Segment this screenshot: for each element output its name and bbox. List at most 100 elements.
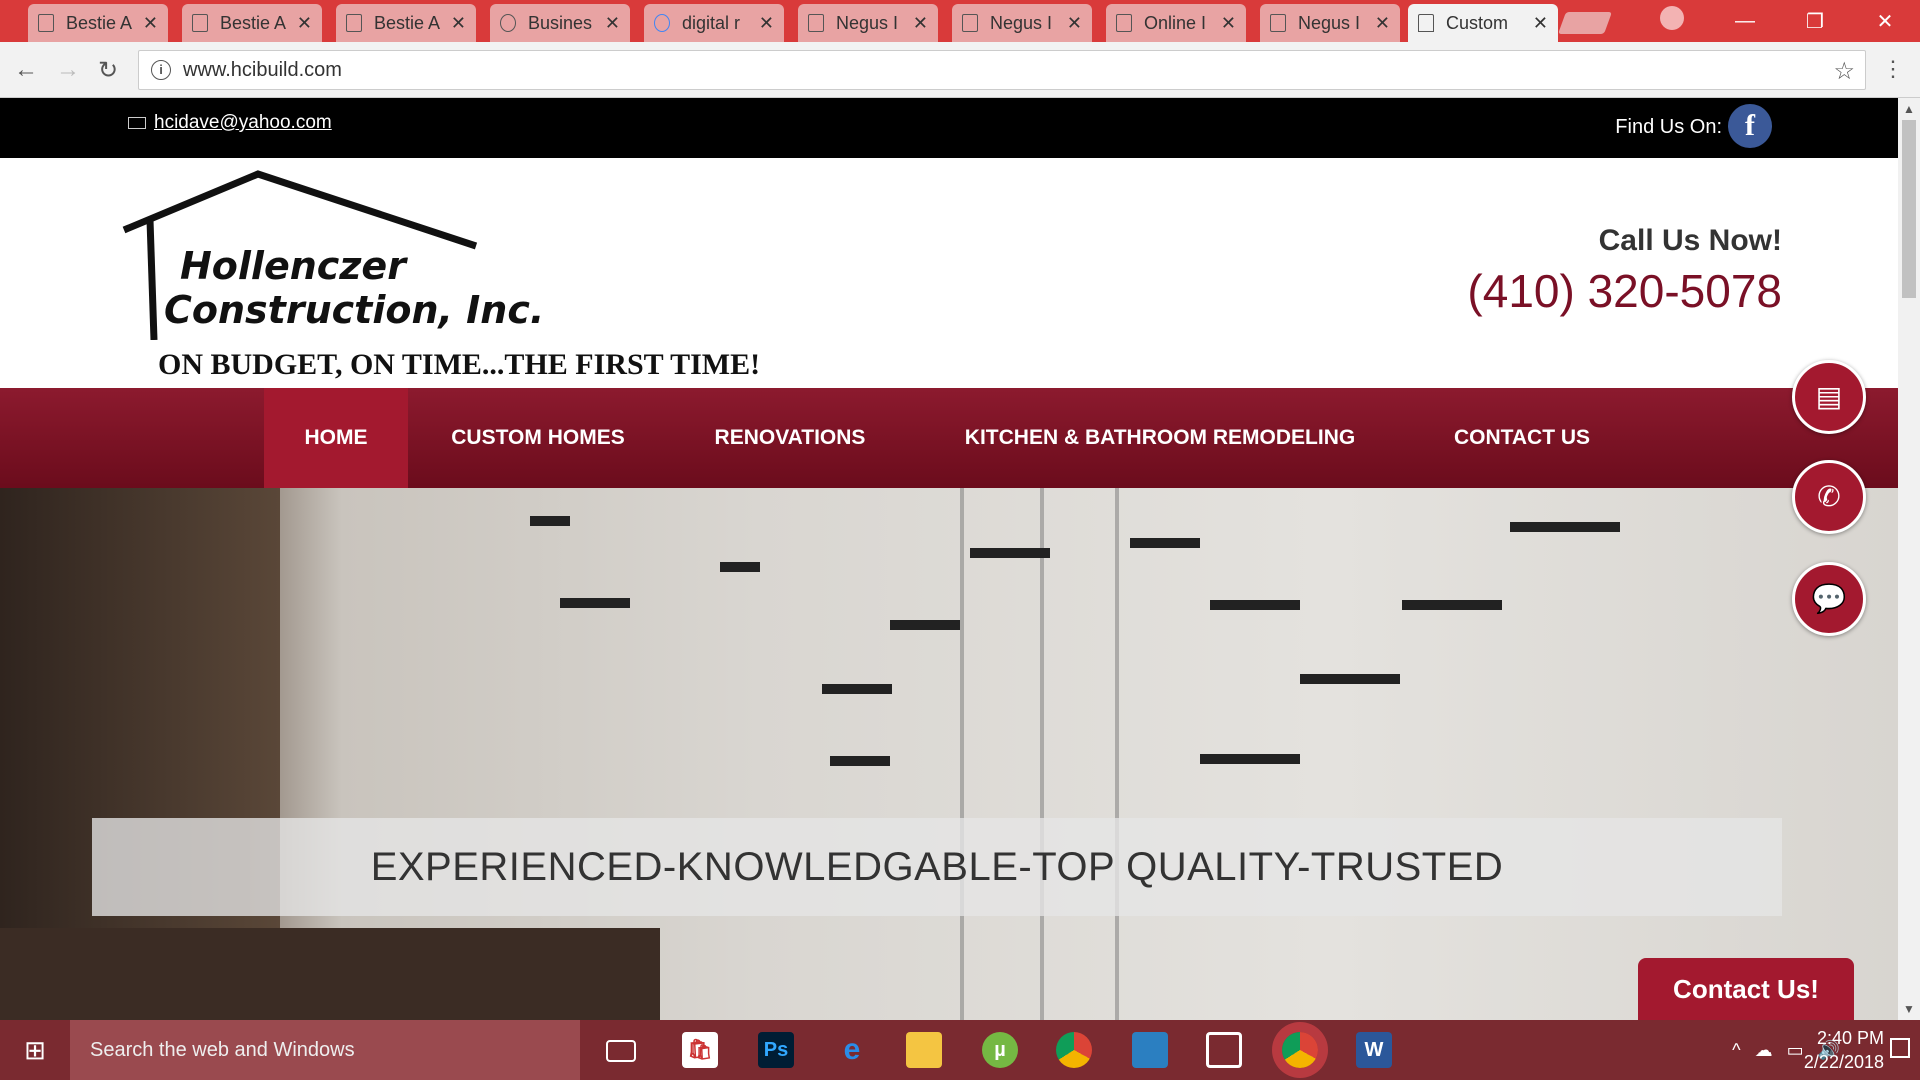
window-controls: — ❐ ✕ <box>1710 0 1920 42</box>
windows-start-icon[interactable]: ⊞ <box>0 1020 70 1080</box>
taskbar-clock[interactable]: 2:40 PM 2/22/2018 <box>1804 1026 1884 1074</box>
hero-headline: EXPERIENCED-KNOWLEDGABLE-TOP QUALITY-TRU… <box>370 844 1504 889</box>
contact-us-tab[interactable]: Contact Us! <box>1638 958 1854 1020</box>
glass-panel <box>1115 488 1119 1020</box>
edge-icon[interactable]: e <box>834 1032 870 1068</box>
battery-icon[interactable]: ▭ <box>1787 1040 1804 1061</box>
email-contact: hcidave@yahoo.com <box>128 112 332 134</box>
nav-home[interactable]: HOME <box>264 388 408 488</box>
tab-title: Bestie A <box>220 12 287 33</box>
tile-accent <box>1510 522 1620 532</box>
nav-contact-us[interactable]: CONTACT US <box>1440 388 1604 488</box>
phone-number[interactable]: (410) 320-5078 <box>1467 264 1782 318</box>
new-tab-button[interactable] <box>1557 12 1613 34</box>
clock-time: 2:40 PM <box>1816 1028 1884 1048</box>
forward-icon[interactable]: → <box>56 56 80 84</box>
tab-title: Custom <box>1446 12 1509 33</box>
browser-toolbar: ← → ↻ i www.hcibuild.com ☆ ⋮ <box>0 42 1920 98</box>
info-icon[interactable]: i <box>151 60 171 80</box>
close-icon[interactable]: ✕ <box>1375 13 1390 34</box>
restore-icon[interactable]: ❐ <box>1780 9 1850 34</box>
document-icon[interactable]: ▤ <box>1792 360 1866 434</box>
store-icon[interactable]: 🛍 <box>682 1032 718 1068</box>
tile-accent <box>1402 600 1502 610</box>
clock-date: 2/22/2018 <box>1803 1052 1884 1072</box>
chrome-active-icon[interactable] <box>1282 1032 1318 1068</box>
tile-accent <box>1200 754 1300 764</box>
close-window-icon[interactable]: ✕ <box>1850 9 1920 34</box>
chat-icon[interactable]: 💬 <box>1792 562 1866 636</box>
page-icon <box>346 14 362 32</box>
utorrent-icon[interactable]: µ <box>982 1032 1018 1068</box>
hero-image: EXPERIENCED-KNOWLEDGABLE-TOP QUALITY-TRU… <box>0 488 1898 1020</box>
nav-custom-homes[interactable]: CUSTOM HOMES <box>440 388 636 488</box>
mail-icon[interactable] <box>1132 1032 1168 1068</box>
bookmark-star-icon[interactable]: ☆ <box>1833 57 1855 86</box>
chevron-up-icon[interactable]: ^ <box>1732 1040 1740 1061</box>
logo-text-line2[interactable]: Construction, Inc. <box>164 288 544 332</box>
taskbar-search[interactable]: Search the web and Windows <box>70 1020 580 1080</box>
close-icon[interactable]: ✕ <box>1221 13 1236 34</box>
phone-icon[interactable]: ✆ <box>1792 460 1866 534</box>
browser-tab-3[interactable]: Bestie A ✕ <box>336 4 476 42</box>
profile-icon[interactable] <box>1660 6 1684 30</box>
page-icon <box>1116 14 1132 32</box>
photoshop-icon[interactable]: Ps <box>758 1032 794 1068</box>
close-icon[interactable]: ✕ <box>1067 13 1082 34</box>
tile-accent <box>530 516 570 526</box>
business-icon <box>500 14 516 32</box>
tab-title: Busines <box>528 12 593 33</box>
close-icon[interactable]: ✕ <box>143 13 158 34</box>
browser-tab-9[interactable]: Negus I ✕ <box>1260 4 1400 42</box>
menu-icon[interactable]: ⋮ <box>1882 56 1904 82</box>
browser-tab-5[interactable]: digital r ✕ <box>644 4 784 42</box>
site-header: Hollenczer Construction, Inc. ON BUDGET,… <box>0 158 1898 388</box>
task-view-icon[interactable] <box>606 1040 636 1062</box>
chrome-icon[interactable] <box>1056 1032 1092 1068</box>
minimize-icon[interactable]: — <box>1710 10 1780 33</box>
glass-panel <box>1040 488 1044 1020</box>
tab-title: Negus I <box>1298 12 1361 33</box>
onedrive-icon[interactable]: ☁ <box>1755 1040 1773 1061</box>
close-icon[interactable]: ✕ <box>759 13 774 34</box>
scroll-up-icon[interactable]: ▲ <box>1903 102 1915 116</box>
page-icon <box>192 14 208 32</box>
browser-tab-active[interactable]: Custom ✕ <box>1408 4 1558 42</box>
tagline: ON BUDGET, ON TIME...THE FIRST TIME! <box>158 348 761 381</box>
logo-text-line1[interactable]: Hollenczer <box>180 244 406 288</box>
notification-icon[interactable] <box>1890 1038 1910 1058</box>
page-icon <box>962 14 978 32</box>
browser-tab-6[interactable]: Negus I ✕ <box>798 4 938 42</box>
facebook-icon[interactable]: f <box>1728 104 1772 148</box>
scroll-down-icon[interactable]: ▼ <box>1903 1002 1915 1016</box>
glass-panel <box>960 488 964 1020</box>
address-bar[interactable]: i www.hcibuild.com ☆ <box>138 50 1866 90</box>
close-icon[interactable]: ✕ <box>605 13 620 34</box>
page-scrollbar[interactable]: ▲ ▼ <box>1898 98 1920 1020</box>
page-icon <box>38 14 54 32</box>
email-link[interactable]: hcidave@yahoo.com <box>154 112 332 134</box>
back-icon[interactable]: ← <box>14 56 38 84</box>
browser-tab-2[interactable]: Bestie A ✕ <box>182 4 322 42</box>
reload-icon[interactable]: ↻ <box>98 56 118 85</box>
app-icon[interactable] <box>1206 1032 1242 1068</box>
tile-accent <box>1130 538 1200 548</box>
scroll-thumb[interactable] <box>1902 120 1916 298</box>
nav-kitchen-bathroom[interactable]: KITCHEN & BATHROOM REMODELING <box>960 388 1360 488</box>
search-placeholder: Search the web and Windows <box>90 1038 355 1061</box>
close-icon[interactable]: ✕ <box>1533 13 1548 34</box>
tab-title: Online I <box>1144 12 1207 33</box>
close-icon[interactable]: ✕ <box>451 13 466 34</box>
word-icon[interactable]: W <box>1356 1032 1392 1068</box>
url-text: www.hcibuild.com <box>183 58 342 81</box>
tab-title: digital r <box>682 12 741 33</box>
nav-renovations[interactable]: RENOVATIONS <box>700 388 880 488</box>
hero-banner: EXPERIENCED-KNOWLEDGABLE-TOP QUALITY-TRU… <box>92 818 1782 916</box>
browser-tab-7[interactable]: Negus I ✕ <box>952 4 1092 42</box>
file-explorer-icon[interactable] <box>906 1032 942 1068</box>
close-icon[interactable]: ✕ <box>297 13 312 34</box>
browser-tab-8[interactable]: Online I ✕ <box>1106 4 1246 42</box>
browser-tab-4[interactable]: Busines ✕ <box>490 4 630 42</box>
browser-tab-1[interactable]: Bestie A ✕ <box>28 4 168 42</box>
close-icon[interactable]: ✕ <box>913 13 928 34</box>
